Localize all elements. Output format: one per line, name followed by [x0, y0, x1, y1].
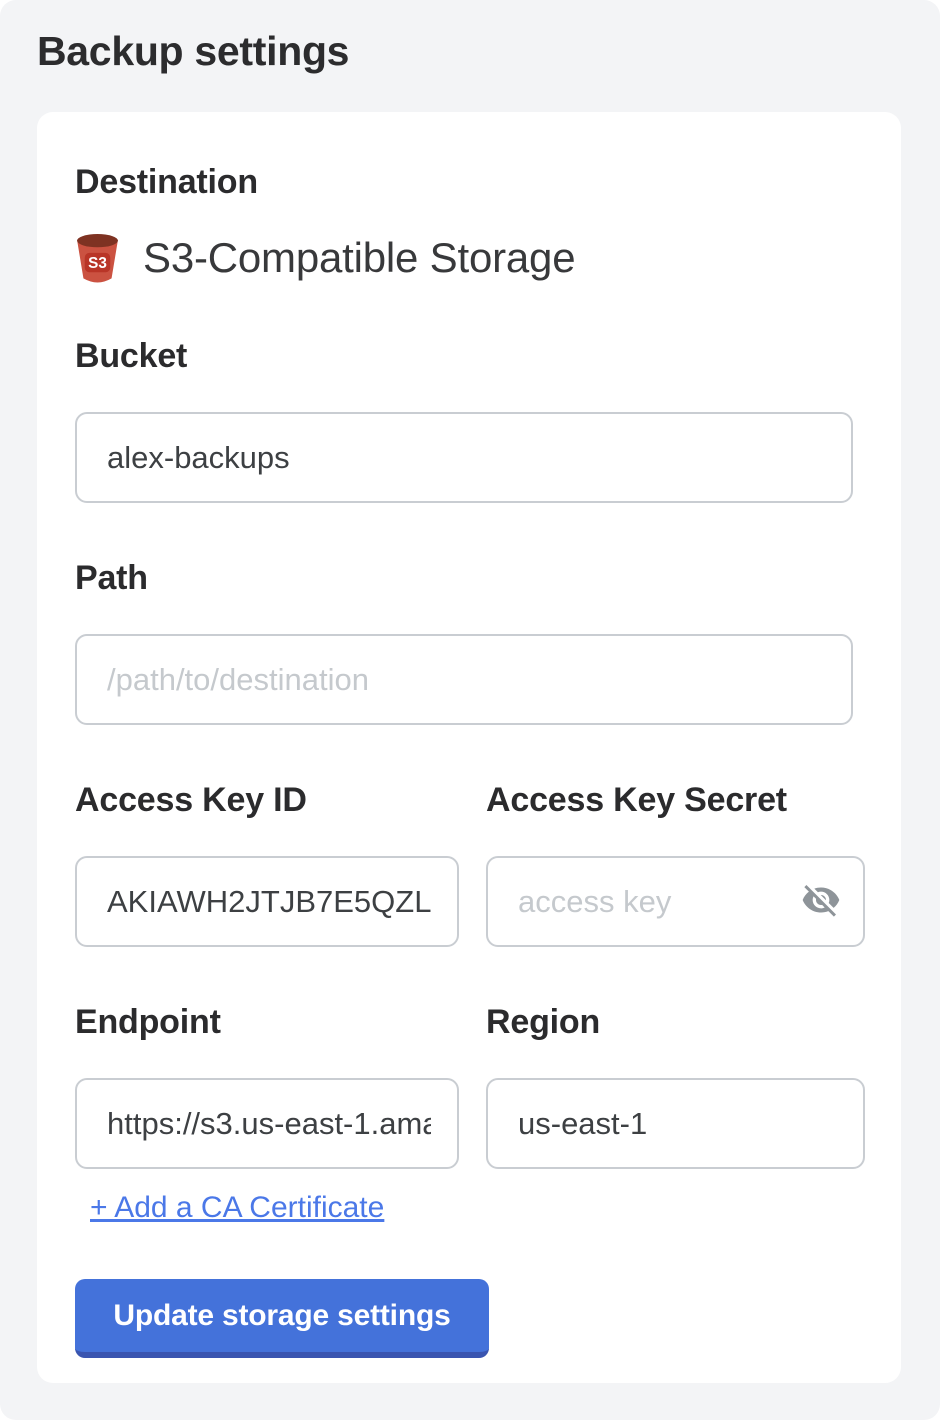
settings-card: Destination S3 S3-Compatible Storage Buc…	[37, 112, 901, 1383]
endpoint-input[interactable]	[75, 1078, 459, 1169]
page-title: Backup settings	[37, 28, 349, 74]
toggle-secret-visibility-button[interactable]	[797, 856, 845, 947]
bucket-label: Bucket	[75, 339, 863, 373]
endpoint-label: Endpoint	[75, 1005, 459, 1039]
destination-label: Destination	[75, 165, 863, 199]
add-ca-certificate-link[interactable]: + Add a CA Certificate	[90, 1191, 384, 1225]
region-input[interactable]	[486, 1078, 865, 1169]
svg-text:S3: S3	[88, 255, 107, 272]
bucket-input[interactable]	[75, 412, 853, 503]
backup-settings-page: Backup settings Destination S3 S3-Compat…	[0, 0, 940, 1420]
destination-value: S3-Compatible Storage	[143, 234, 575, 282]
update-storage-settings-button[interactable]: Update storage settings	[75, 1279, 489, 1358]
access-key-id-input[interactable]	[75, 856, 459, 947]
region-label: Region	[486, 1005, 865, 1039]
access-key-id-label: Access Key ID	[75, 783, 459, 817]
destination-display: S3 S3-Compatible Storage	[75, 232, 863, 284]
access-key-secret-label: Access Key Secret	[486, 783, 865, 817]
path-label: Path	[75, 561, 863, 595]
path-input[interactable]	[75, 634, 853, 725]
s3-bucket-icon: S3	[75, 233, 120, 284]
eye-off-icon	[801, 880, 841, 923]
